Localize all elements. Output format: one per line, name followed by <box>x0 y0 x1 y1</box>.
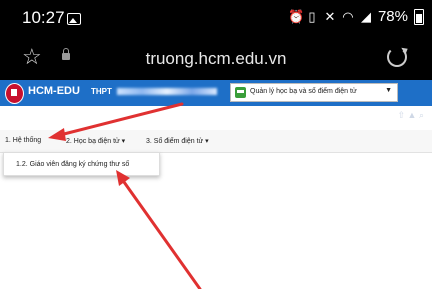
school-name-redacted <box>117 88 217 95</box>
app-name[interactable]: HCM-EDU <box>28 85 80 97</box>
gallery-icon <box>67 13 81 25</box>
signal-icon: ◢ <box>360 8 371 24</box>
browser-url-bar: ☆ truong.hcm.edu.vn <box>0 38 432 80</box>
faint-text: ⇧ ▲ ⌕ <box>397 110 425 120</box>
menu-item-hoc-ba-label: 2. Học bạ điện tử <box>66 138 120 145</box>
vibrate-icon: ▯ <box>308 8 316 24</box>
module-select-value: Quản lý học bạ và sổ điểm điện tử <box>250 88 357 95</box>
annotation-arrow-2 <box>122 180 202 289</box>
hcm-edu-logo-icon[interactable] <box>5 83 24 104</box>
battery-icon <box>414 8 424 25</box>
caret-down-icon: ▾ <box>205 138 209 145</box>
he-thong-dropdown: 1.2. Giáo viên đăng ký chứng thư số <box>3 152 160 176</box>
module-select[interactable]: Quản lý học bạ và sổ điểm điện tử ▼ <box>230 83 398 102</box>
school-prefix: THPT <box>91 87 112 96</box>
mute-icon: ✕ <box>324 8 336 24</box>
dropdown-item-dang-ky-chung-thu-so[interactable]: 1.2. Giáo viên đăng ký chứng thư số <box>16 161 129 168</box>
status-time: 10:27 <box>22 8 65 27</box>
battery-percent: 78% <box>377 8 408 25</box>
url-text[interactable]: truong.hcm.edu.vn <box>0 49 432 69</box>
caret-down-icon: ▾ <box>121 138 126 145</box>
reload-icon[interactable] <box>387 47 407 67</box>
status-icons: ⏰ ▯ ✕ ◠ ◢ 78% <box>288 8 424 25</box>
status-bar: 10:27 ⏰ ▯ ✕ ◠ ◢ 78% <box>0 0 432 38</box>
menu-bar: 1. Hệ thống 2. Học bạ điện tử ▾ 3. Sổ đi… <box>0 130 432 153</box>
caret-down-icon: ▼ <box>385 87 392 94</box>
alarm-icon: ⏰ <box>287 8 305 24</box>
menu-item-so-diem-label: 3. Sổ điểm điện tử <box>146 138 204 145</box>
wifi-icon: ◠ <box>342 8 354 24</box>
menu-item-he-thong[interactable]: 1. Hệ thống <box>5 137 41 144</box>
menu-item-hoc-ba[interactable]: 2. Học bạ điện tử ▾ <box>66 137 125 145</box>
menu-item-so-diem[interactable]: 3. Sổ điểm điện tử ▾ <box>146 137 209 145</box>
sub-header: ⇧ ▲ ⌕ <box>0 106 432 128</box>
graduation-cap-icon <box>235 87 246 98</box>
